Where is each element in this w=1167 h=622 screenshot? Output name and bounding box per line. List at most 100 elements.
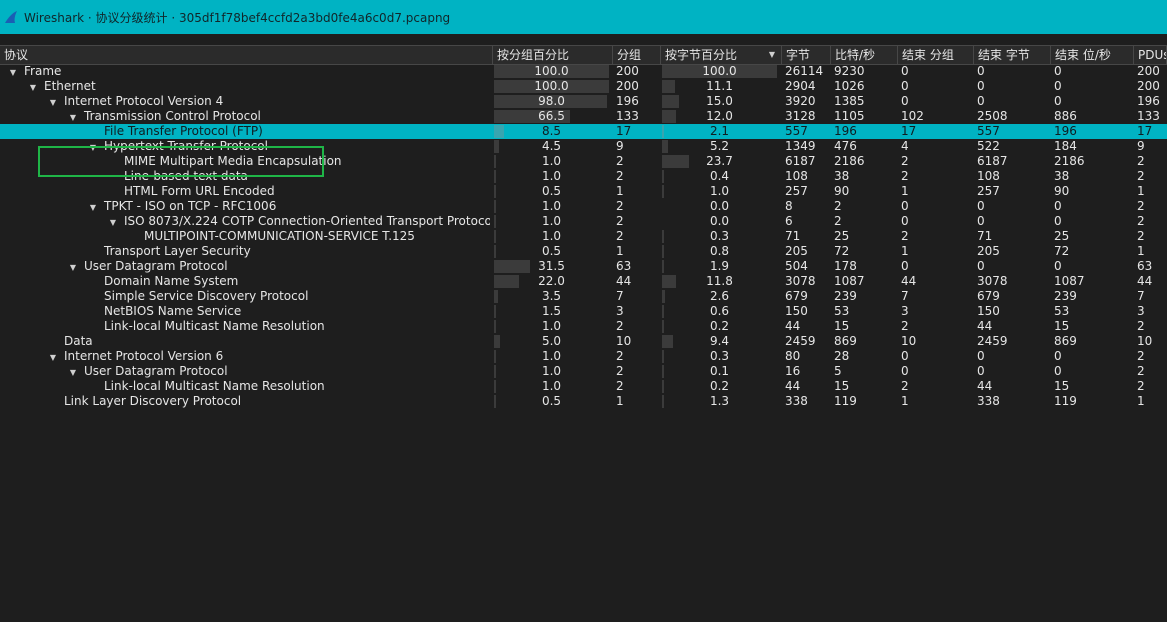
table-row[interactable]: ▼ Frame 100.0 100.0 200 26114 9230 0 0 0 200 bbox=[0, 64, 1167, 79]
header-col-byte-pct[interactable]: 按字节百分比 ▼ bbox=[661, 46, 782, 64]
bits-per-sec-value: 25 bbox=[834, 229, 850, 243]
end-packets-value: 0 bbox=[901, 79, 909, 93]
table-row[interactable]: HTML Form URL Encoded 0.5 1.0 1 257 90 1 257 90 1 bbox=[0, 184, 1167, 199]
end-bytes-value: 257 bbox=[977, 184, 1000, 198]
packet-percent-value: 0.5 bbox=[541, 394, 562, 408]
expand-arrow-icon[interactable]: ▼ bbox=[48, 95, 58, 109]
bits-per-sec-value: 53 bbox=[834, 304, 850, 318]
table-row[interactable]: Link-local Multicast Name Resolution 1.0 0… bbox=[0, 319, 1167, 334]
protocol-name-cell: HTML Form URL Encoded bbox=[0, 184, 490, 199]
pdus-value: 3 bbox=[1137, 304, 1145, 318]
table-row[interactable]: Link Layer Discovery Protocol 0.5 1.3 1 338 1… bbox=[0, 394, 1167, 409]
bits-per-sec-value: 15 bbox=[834, 379, 850, 393]
expand-arrow-icon[interactable]: ▼ bbox=[68, 260, 78, 274]
table-row[interactable]: ▼ User Datagram Protocol 31.5 1.9 63 504 178 0 0… bbox=[0, 259, 1167, 274]
bits-per-sec-value: 90 bbox=[834, 184, 850, 198]
header-col-bits-per-sec[interactable]: 比特/秒 bbox=[831, 46, 898, 64]
end-packets-value: 3 bbox=[901, 304, 909, 318]
byte-percent-value: 0.6 bbox=[709, 304, 730, 318]
end-packets-value: 10 bbox=[901, 334, 917, 348]
table-header: 协议 按分组百分比 分组 按字节百分比 ▼ 字节 比特/秒 结束 分组 结束 字节 结束 位/秒 P… bbox=[0, 45, 1167, 65]
expand-arrow-icon[interactable]: ▼ bbox=[68, 110, 78, 124]
window-title: Wireshark · 协议分级统计 · 305df1f78bef4ccfd2a… bbox=[24, 10, 451, 25]
end-bps-value: 196 bbox=[1054, 124, 1077, 138]
header-col-end-packets[interactable]: 结束 分组 bbox=[898, 46, 974, 64]
table-row[interactable]: ▼ Transmission Control Protocol 66.5 12.0 13… bbox=[0, 109, 1167, 124]
table-row[interactable]: Simple Service Discovery Protocol 3.5 2.6 7… bbox=[0, 289, 1167, 304]
bytes-value: 6 bbox=[785, 214, 793, 228]
expand-arrow-icon[interactable]: ▼ bbox=[48, 350, 58, 364]
table-row[interactable]: NetBIOS Name Service 1.5 0.6 3 150 53 3 150 53 3 bbox=[0, 304, 1167, 319]
byte-percent-value: 23.7 bbox=[706, 154, 733, 168]
end-bps-value: 72 bbox=[1054, 244, 1070, 258]
header-col-end-bytes[interactable]: 结束 字节 bbox=[974, 46, 1051, 64]
table-row[interactable]: Domain Name System 22.0 11.8 44 3078 1087 44 30… bbox=[0, 274, 1167, 289]
header-col-packets[interactable]: 分组 bbox=[613, 46, 661, 64]
pdus-value: 133 bbox=[1137, 109, 1160, 123]
byte-percent-value: 1.9 bbox=[709, 259, 730, 273]
table-row[interactable]: ▼ Internet Protocol Version 4 98.0 15.0 196 3… bbox=[0, 94, 1167, 109]
table-row[interactable]: ▼ Ethernet 100.0 11.1 200 2904 1026 0 0 0 200 bbox=[0, 79, 1167, 94]
table-row[interactable]: ▼ Internet Protocol Version 6 1.0 0.3 2 80 28 0… bbox=[0, 349, 1167, 364]
header-col-bytes[interactable]: 字节 bbox=[782, 46, 831, 64]
header-col-protocol[interactable]: 协议 bbox=[0, 46, 493, 64]
end-bps-value: 25 bbox=[1054, 229, 1070, 243]
byte-percent-value: 0.2 bbox=[709, 379, 730, 393]
expand-arrow-icon[interactable]: ▼ bbox=[108, 215, 118, 229]
end-bytes-value: 679 bbox=[977, 289, 1000, 303]
bytes-value: 44 bbox=[785, 379, 801, 393]
bytes-value: 3128 bbox=[785, 109, 816, 123]
table-row[interactable]: Link-local Multicast Name Resolution 1.0 0… bbox=[0, 379, 1167, 394]
table-row[interactable]: Data 5.0 9.4 10 2459 869 10 2459 869 10 bbox=[0, 334, 1167, 349]
header-label: 分组 bbox=[617, 48, 642, 62]
pdus-value: 63 bbox=[1137, 259, 1153, 273]
protocol-name: Internet Protocol Version 6 bbox=[64, 349, 224, 363]
table-row[interactable]: MULTIPOINT-COMMUNICATION-SERVICE T.125 1.… bbox=[0, 229, 1167, 244]
end-bytes-value: 44 bbox=[977, 319, 993, 333]
packets-value: 2 bbox=[616, 214, 624, 228]
end-bps-value: 119 bbox=[1054, 394, 1077, 408]
pdus-value: 17 bbox=[1137, 124, 1153, 138]
packets-value: 2 bbox=[616, 379, 624, 393]
header-col-packet-pct[interactable]: 按分组百分比 bbox=[493, 46, 613, 64]
protocol-name-cell: Domain Name System bbox=[0, 274, 490, 289]
table-row[interactable]: File Transfer Protocol (FTP) 8.5 2.1 17 557 1… bbox=[0, 124, 1167, 139]
wireshark-fin-icon bbox=[5, 11, 17, 23]
protocol-name-cell: ▼ Frame bbox=[0, 64, 490, 79]
window-titlebar: Wireshark · 协议分级统计 · 305df1f78bef4ccfd2a… bbox=[0, 0, 1167, 34]
packets-value: 2 bbox=[616, 199, 624, 213]
byte-percent-value: 0.2 bbox=[709, 319, 730, 333]
end-packets-value: 0 bbox=[901, 199, 909, 213]
table-row[interactable]: ▼ ISO 8073/X.224 COTP Connection-Oriented… bbox=[0, 214, 1167, 229]
end-packets-value: 1 bbox=[901, 394, 909, 408]
pdus-value: 196 bbox=[1137, 94, 1160, 108]
table-row[interactable]: MIME Multipart Media Encapsulation 1.0 23.… bbox=[0, 154, 1167, 169]
expand-arrow-icon[interactable]: ▼ bbox=[68, 365, 78, 379]
expand-arrow-icon[interactable]: ▼ bbox=[8, 65, 18, 79]
header-col-pdus[interactable]: PDUs bbox=[1134, 46, 1167, 64]
end-bytes-value: 150 bbox=[977, 304, 1000, 318]
protocol-name-cell: ▼ ISO 8073/X.224 COTP Connection-Oriented… bbox=[0, 214, 490, 229]
packets-value: 63 bbox=[616, 259, 632, 273]
table-row[interactable]: Line-based text data 1.0 0.4 2 108 38 2 108 38 2 bbox=[0, 169, 1167, 184]
table-row[interactable]: Transport Layer Security 0.5 0.8 1 205 72 1 205… bbox=[0, 244, 1167, 259]
bytes-value: 2904 bbox=[785, 79, 816, 93]
protocol-name-cell: Link Layer Discovery Protocol bbox=[0, 394, 490, 409]
pdus-value: 2 bbox=[1137, 199, 1145, 213]
expand-arrow-icon[interactable]: ▼ bbox=[88, 200, 98, 214]
table-row[interactable]: ▼ User Datagram Protocol 1.0 0.1 2 16 5 0 0 0 2 bbox=[0, 364, 1167, 379]
byte-percent-value: 12.0 bbox=[706, 109, 733, 123]
protocol-name-cell: Link-local Multicast Name Resolution bbox=[0, 379, 490, 394]
expand-arrow-icon[interactable]: ▼ bbox=[88, 140, 98, 154]
packet-percent-value: 100.0 bbox=[534, 79, 569, 93]
header-col-end-bps[interactable]: 结束 位/秒 bbox=[1051, 46, 1134, 64]
table-row[interactable]: ▼ TPKT - ISO on TCP - RFC1006 1.0 0.0 2 8 2 0 0 0… bbox=[0, 199, 1167, 214]
protocol-name: User Datagram Protocol bbox=[84, 259, 228, 273]
end-bytes-value: 0 bbox=[977, 259, 985, 273]
bytes-value: 2459 bbox=[785, 334, 816, 348]
expand-arrow-icon[interactable]: ▼ bbox=[28, 80, 38, 94]
protocol-name: Internet Protocol Version 4 bbox=[64, 94, 224, 108]
packets-value: 2 bbox=[616, 349, 624, 363]
pdus-value: 1 bbox=[1137, 184, 1145, 198]
table-row[interactable]: ▼ Hypertext Transfer Protocol 4.5 5.2 9 1349 4… bbox=[0, 139, 1167, 154]
